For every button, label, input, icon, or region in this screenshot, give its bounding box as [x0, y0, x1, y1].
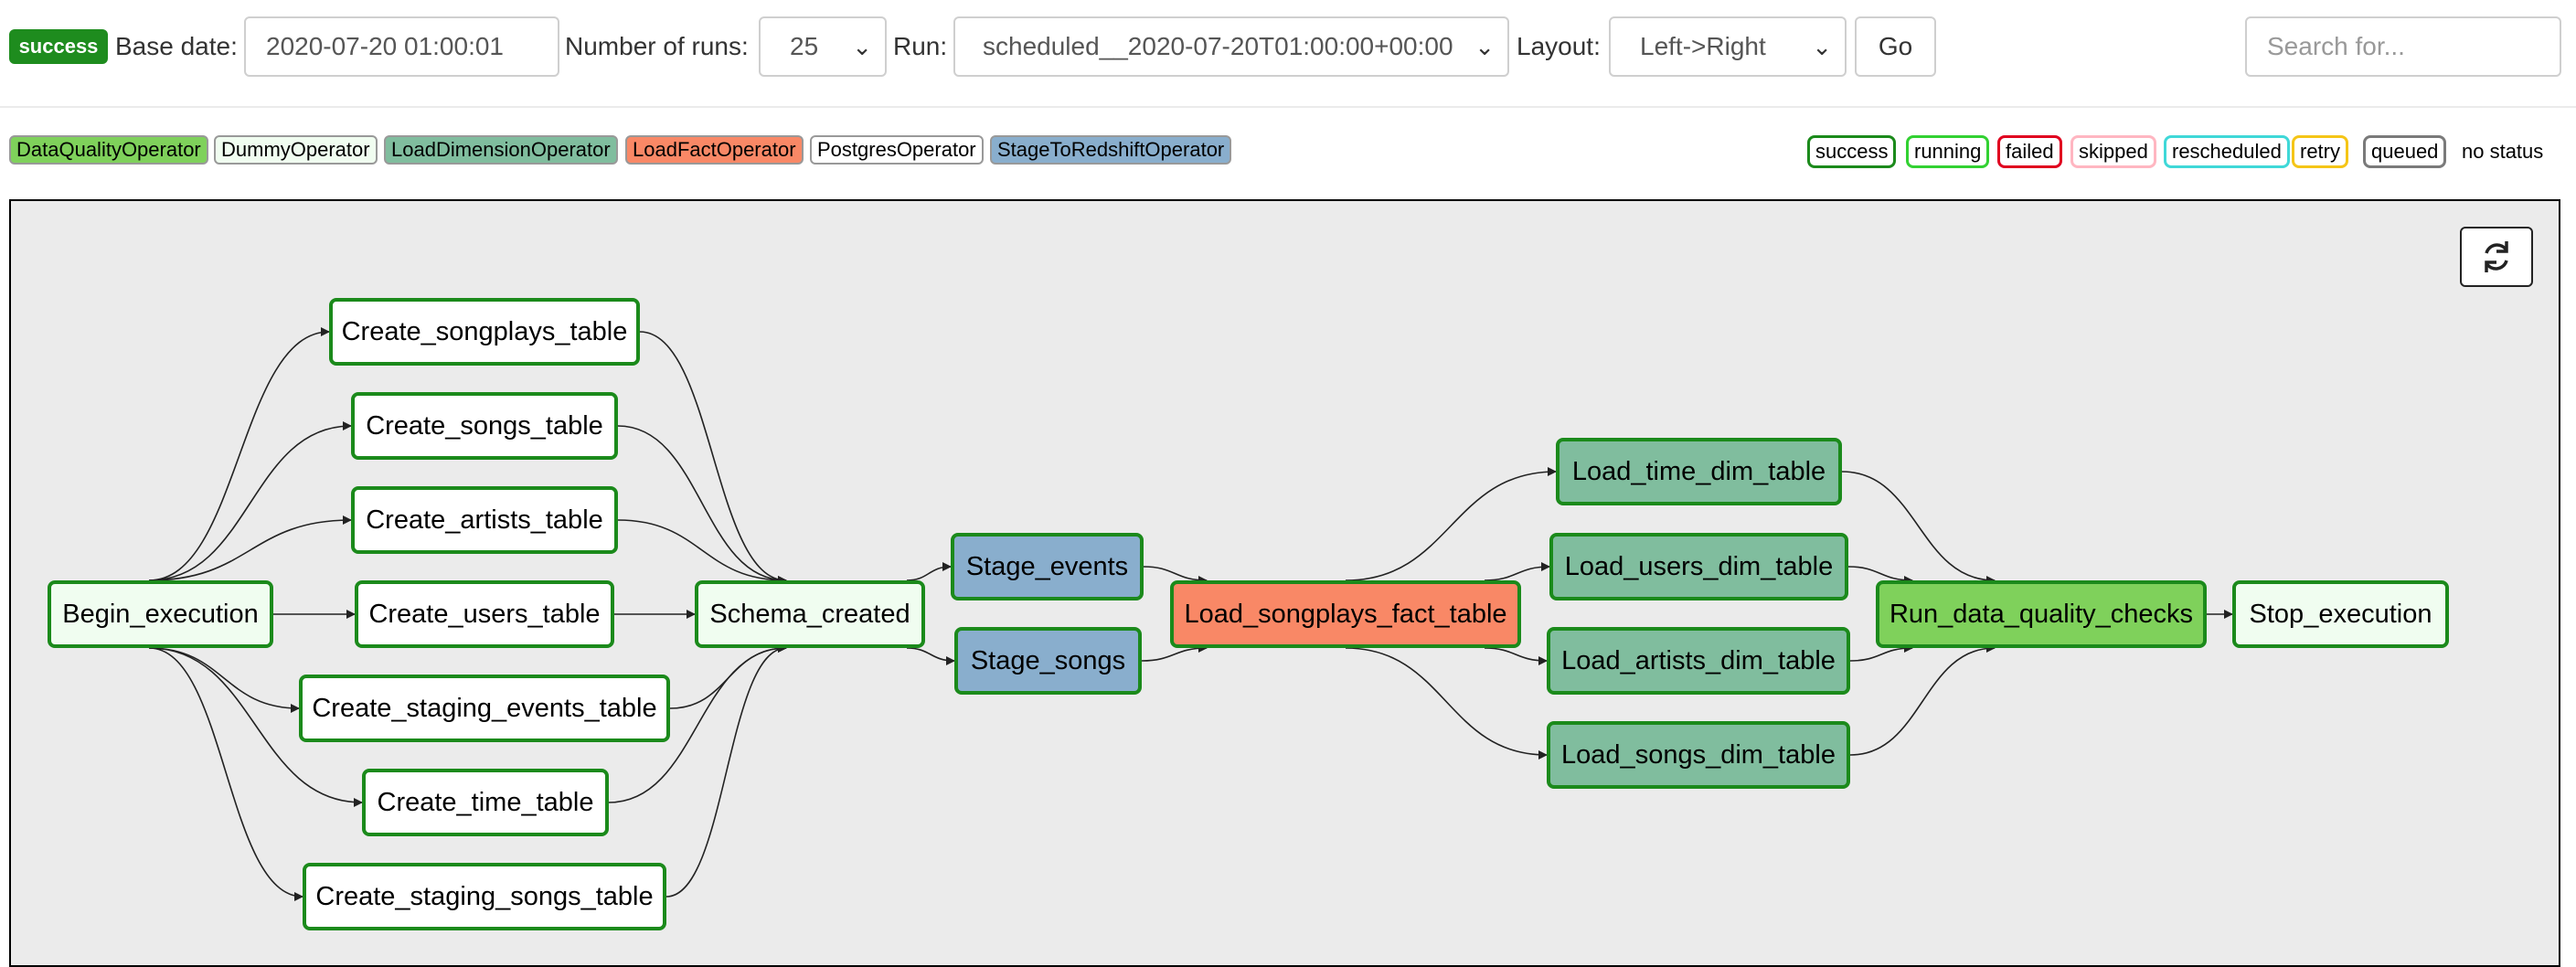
- task-node-c-artists[interactable]: Create_artists_table: [351, 486, 618, 554]
- edge-stage-songs-to-load-fact: [1141, 643, 1208, 662]
- task-node-c-time[interactable]: Create_time_table: [362, 769, 609, 836]
- edge-c-artists-to-schema: [617, 519, 787, 585]
- refresh-icon: [2485, 241, 2508, 272]
- edge-load-artists-to-dq: [1849, 643, 1913, 662]
- edge-load-fact-to-load-artists: [1484, 647, 1548, 665]
- task-node-stop[interactable]: Stop_execution: [2232, 580, 2449, 648]
- task-node-load-artists[interactable]: Load_artists_dim_table: [1547, 627, 1850, 695]
- edge-load-songs-to-dq: [1849, 643, 1996, 756]
- task-node-load-users[interactable]: Load_users_dim_table: [1549, 533, 1848, 600]
- edge-schema-to-stage-songs: [906, 647, 955, 665]
- task-node-c-users[interactable]: Create_users_table: [355, 580, 614, 648]
- edge-load-users-to-dq: [1847, 566, 1913, 585]
- edge-schema-to-stage-events: [906, 562, 952, 581]
- edge-begin-to-c-artists: [149, 515, 352, 581]
- task-node-schema[interactable]: Schema_created: [695, 580, 925, 648]
- task-node-c-songs[interactable]: Create_songs_table: [351, 392, 618, 460]
- refresh-button[interactable]: [2460, 227, 2533, 287]
- task-node-load-songs[interactable]: Load_songs_dim_table: [1547, 721, 1850, 789]
- edge-stage-events-to-load-fact: [1143, 566, 1208, 585]
- task-node-c-staging-events[interactable]: Create_staging_events_table: [299, 675, 670, 742]
- task-node-begin[interactable]: Begin_execution: [48, 580, 273, 648]
- edge-load-fact-to-load-users: [1484, 562, 1550, 581]
- edge-c-staging-songs-to-schema: [665, 643, 787, 898]
- task-node-stage-events[interactable]: Stage_events: [951, 533, 1144, 600]
- edge-c-songplays-to-schema: [639, 331, 787, 585]
- edge-load-fact-to-load-songs: [1345, 647, 1548, 760]
- edge-begin-to-c-songs: [149, 421, 352, 581]
- edge-load-time-to-dq: [1841, 471, 1996, 585]
- task-node-dq[interactable]: Run_data_quality_checks: [1876, 580, 2207, 648]
- task-node-c-songplays[interactable]: Create_songplays_table: [329, 298, 640, 366]
- task-node-load-fact[interactable]: Load_songplays_fact_table: [1170, 580, 1521, 648]
- task-node-stage-songs[interactable]: Stage_songs: [954, 627, 1142, 695]
- edge-load-fact-to-load-time: [1345, 467, 1557, 581]
- task-node-c-staging-songs[interactable]: Create_staging_songs_table: [303, 863, 666, 930]
- edge-begin-to-c-songplays: [149, 327, 330, 581]
- task-node-load-time[interactable]: Load_time_dim_table: [1556, 438, 1842, 505]
- edge-c-songs-to-schema: [617, 425, 787, 585]
